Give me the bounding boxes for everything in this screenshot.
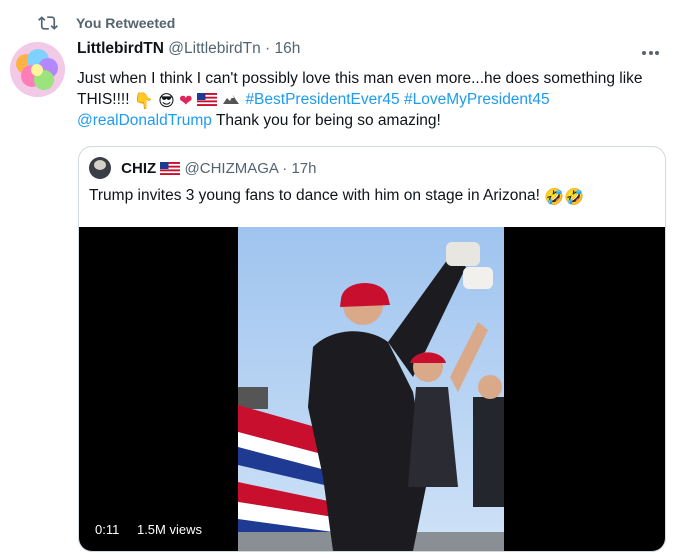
heart-emoji-icon: ❤ [179, 93, 193, 110]
header-separator: · [265, 40, 271, 57]
tweet-text: Just when I think I can't possibly love … [77, 68, 667, 131]
retweet-indicator[interactable]: You Retweeted [0, 10, 678, 36]
more-options-icon[interactable] [642, 42, 664, 56]
avatar-image [10, 42, 65, 97]
author-handle[interactable]: @LittlebirdTn [168, 40, 260, 57]
tweet-header: LittlebirdTN @LittlebirdTn · 16h [77, 40, 300, 62]
author-avatar[interactable] [10, 42, 65, 97]
quoted-tweet-header: CHIZ @CHIZMAGA · 17h [89, 157, 316, 181]
video-thumbnail [238, 227, 504, 551]
quoted-tweet-time: 17h [291, 160, 317, 177]
rofl-emoji-icon: 🤣 [544, 189, 565, 206]
tweet-time[interactable]: 16h [275, 40, 301, 57]
sunglasses-emoji-icon: 😎 [158, 93, 175, 110]
quoted-tweet-text: Trump invites 3 young fans to dance with… [89, 187, 584, 206]
retweet-icon [38, 16, 58, 30]
eagle-icon [223, 95, 240, 104]
us-flag-icon [196, 93, 217, 106]
quoted-text-body: Trump invites 3 young fans to dance with… [89, 187, 540, 204]
video-frame [238, 227, 504, 551]
video-stats: 0:11 1.5M views [95, 522, 216, 537]
quoted-author-handle: @CHIZMAGA [184, 160, 279, 177]
retweet-label: You Retweeted [76, 15, 176, 31]
quoted-author-name: CHIZ [121, 160, 157, 177]
video-views: 1.5M views [136, 522, 202, 537]
quoted-author-avatar [89, 157, 111, 179]
quoted-tweet[interactable]: CHIZ @CHIZMAGA · 17h Trump invites 3 you… [78, 146, 666, 552]
us-flag-icon [160, 162, 181, 175]
author-name[interactable]: LittlebirdTN [77, 40, 164, 57]
video-duration: 0:11 [95, 522, 120, 537]
mention-link[interactable]: @realDonaldTrump [77, 112, 212, 129]
hashtag-love-my-president[interactable]: #LoveMyPresident45 [404, 91, 550, 108]
hashtag-best-president[interactable]: #BestPresidentEver45 [245, 91, 399, 108]
tweet-text-part2: Thank you for being so amazing! [215, 112, 441, 129]
rofl-emoji-icon: 🤣 [564, 189, 585, 206]
quoted-separator: · [282, 160, 288, 177]
pointing-down-emoji-icon: 👇 [133, 93, 154, 110]
video-player[interactable]: 0:11 1.5M views [79, 227, 665, 551]
